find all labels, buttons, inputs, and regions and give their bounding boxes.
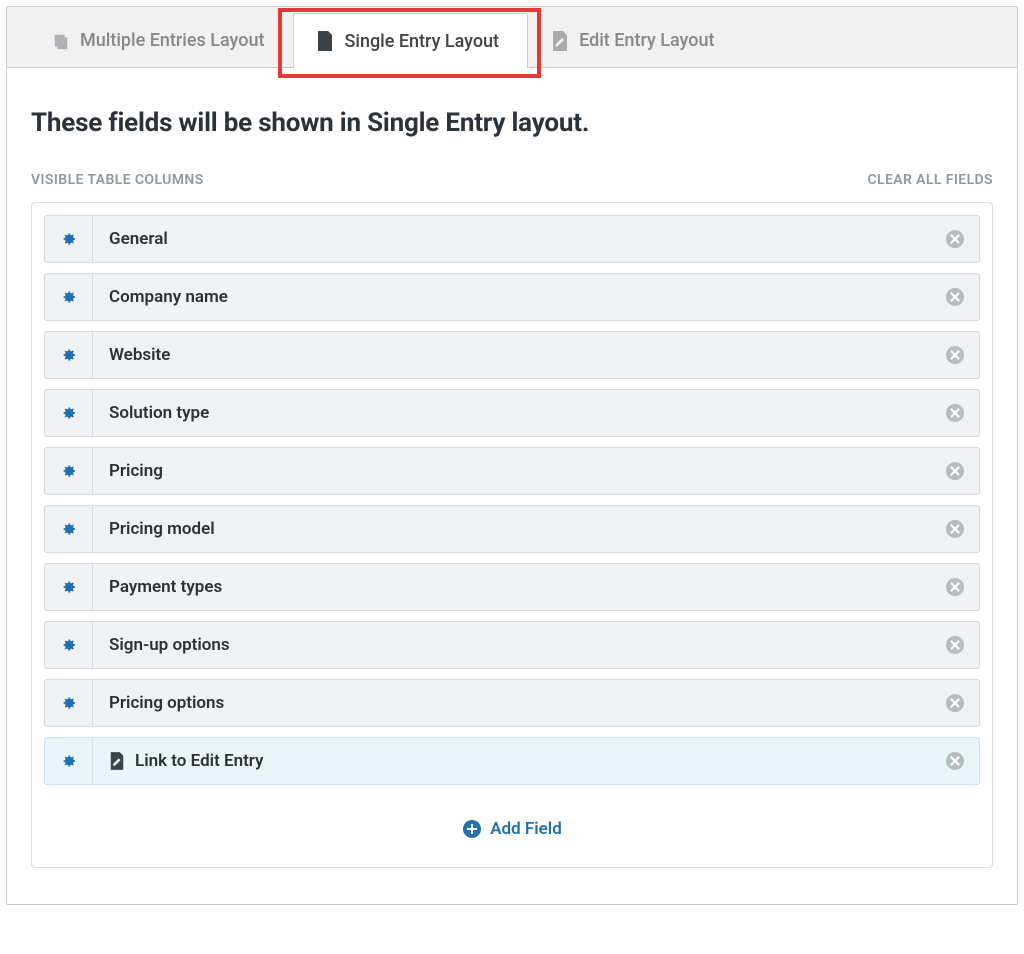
field-label: Website: [93, 332, 931, 378]
gear-icon: [59, 287, 79, 307]
field-remove-button[interactable]: [931, 506, 979, 552]
page-title: These fields will be shown in Single Ent…: [31, 108, 993, 138]
field-settings-button[interactable]: [45, 390, 93, 436]
field-row[interactable]: Pricing: [44, 447, 980, 495]
field-settings-button[interactable]: [45, 564, 93, 610]
field-label: Solution type: [93, 390, 931, 436]
gear-icon: [59, 461, 79, 481]
field-label: Pricing options: [93, 680, 931, 726]
field-remove-button[interactable]: [931, 448, 979, 494]
field-remove-button[interactable]: [931, 274, 979, 320]
section-header: VISIBLE TABLE COLUMNS CLEAR ALL FIELDS: [31, 172, 993, 188]
section-label: VISIBLE TABLE COLUMNS: [31, 172, 204, 188]
gear-icon: [59, 229, 79, 249]
fields-container: General Company name Website Solution type P…: [31, 202, 993, 868]
single-entry-icon: [316, 31, 334, 51]
field-settings-button[interactable]: [45, 506, 93, 552]
field-settings-button[interactable]: [45, 680, 93, 726]
gear-icon: [59, 519, 79, 539]
field-remove-button[interactable]: [931, 216, 979, 262]
tab-single-entry[interactable]: Single Entry Layout: [293, 13, 528, 68]
tab-content: These fields will be shown in Single Ent…: [7, 67, 1017, 904]
field-label-text: Sign-up options: [109, 635, 230, 655]
gear-icon: [59, 403, 79, 423]
gear-icon: [59, 693, 79, 713]
multiple-entries-icon: [52, 32, 70, 50]
field-remove-button[interactable]: [931, 332, 979, 378]
field-settings-button[interactable]: [45, 738, 93, 784]
field-row[interactable]: Payment types: [44, 563, 980, 611]
field-settings-button[interactable]: [45, 274, 93, 320]
field-row[interactable]: Solution type: [44, 389, 980, 437]
close-circle-icon: [945, 461, 965, 481]
field-label: Pricing: [93, 448, 931, 494]
close-circle-icon: [945, 287, 965, 307]
plus-circle-icon: [462, 819, 482, 839]
edit-entry-icon: [551, 31, 569, 51]
field-settings-button[interactable]: [45, 448, 93, 494]
field-label-text: Company name: [109, 287, 228, 307]
field-remove-button[interactable]: [931, 738, 979, 784]
field-row[interactable]: Website: [44, 331, 980, 379]
field-remove-button[interactable]: [931, 622, 979, 668]
field-label: Sign-up options: [93, 622, 931, 668]
edit-entry-icon: [109, 752, 125, 770]
field-settings-button[interactable]: [45, 216, 93, 262]
close-circle-icon: [945, 519, 965, 539]
field-row[interactable]: Pricing options: [44, 679, 980, 727]
gear-icon: [59, 751, 79, 771]
clear-all-fields[interactable]: CLEAR ALL FIELDS: [867, 172, 993, 188]
field-settings-button[interactable]: [45, 622, 93, 668]
tabs: Multiple Entries Layout Single Entry Lay…: [7, 7, 1017, 67]
field-label: Link to Edit Entry: [93, 738, 931, 784]
field-settings-button[interactable]: [45, 332, 93, 378]
close-circle-icon: [945, 693, 965, 713]
close-circle-icon: [945, 229, 965, 249]
add-field-label: Add Field: [490, 819, 562, 839]
field-label-text: Pricing options: [109, 693, 224, 713]
tab-label: Multiple Entries Layout: [80, 30, 264, 51]
field-label: Payment types: [93, 564, 931, 610]
tab-label: Single Entry Layout: [344, 31, 499, 52]
field-label-text: Solution type: [109, 403, 209, 423]
close-circle-icon: [945, 577, 965, 597]
field-label: Pricing model: [93, 506, 931, 552]
field-label-text: Pricing: [109, 461, 163, 481]
gear-icon: [59, 345, 79, 365]
field-label: Company name: [93, 274, 931, 320]
field-row[interactable]: Link to Edit Entry: [44, 737, 980, 785]
close-circle-icon: [945, 403, 965, 423]
field-row[interactable]: Company name: [44, 273, 980, 321]
field-label-text: Pricing model: [109, 519, 215, 539]
gear-icon: [59, 635, 79, 655]
close-circle-icon: [945, 751, 965, 771]
tab-label: Edit Entry Layout: [579, 30, 714, 51]
add-field-button[interactable]: Add Field: [44, 795, 980, 867]
field-row[interactable]: Pricing model: [44, 505, 980, 553]
field-row[interactable]: Sign-up options: [44, 621, 980, 669]
tab-edit-entry[interactable]: Edit Entry Layout: [528, 13, 743, 67]
field-remove-button[interactable]: [931, 564, 979, 610]
field-remove-button[interactable]: [931, 390, 979, 436]
close-circle-icon: [945, 345, 965, 365]
field-label-text: Link to Edit Entry: [135, 751, 264, 771]
field-label-text: Payment types: [109, 577, 222, 597]
field-remove-button[interactable]: [931, 680, 979, 726]
field-label: General: [93, 216, 931, 262]
tab-multiple-entries[interactable]: Multiple Entries Layout: [29, 13, 293, 67]
panel: Multiple Entries Layout Single Entry Lay…: [6, 6, 1018, 905]
gear-icon: [59, 577, 79, 597]
field-label-text: Website: [109, 345, 170, 365]
close-circle-icon: [945, 635, 965, 655]
field-label-text: General: [109, 229, 168, 249]
field-row[interactable]: General: [44, 215, 980, 263]
